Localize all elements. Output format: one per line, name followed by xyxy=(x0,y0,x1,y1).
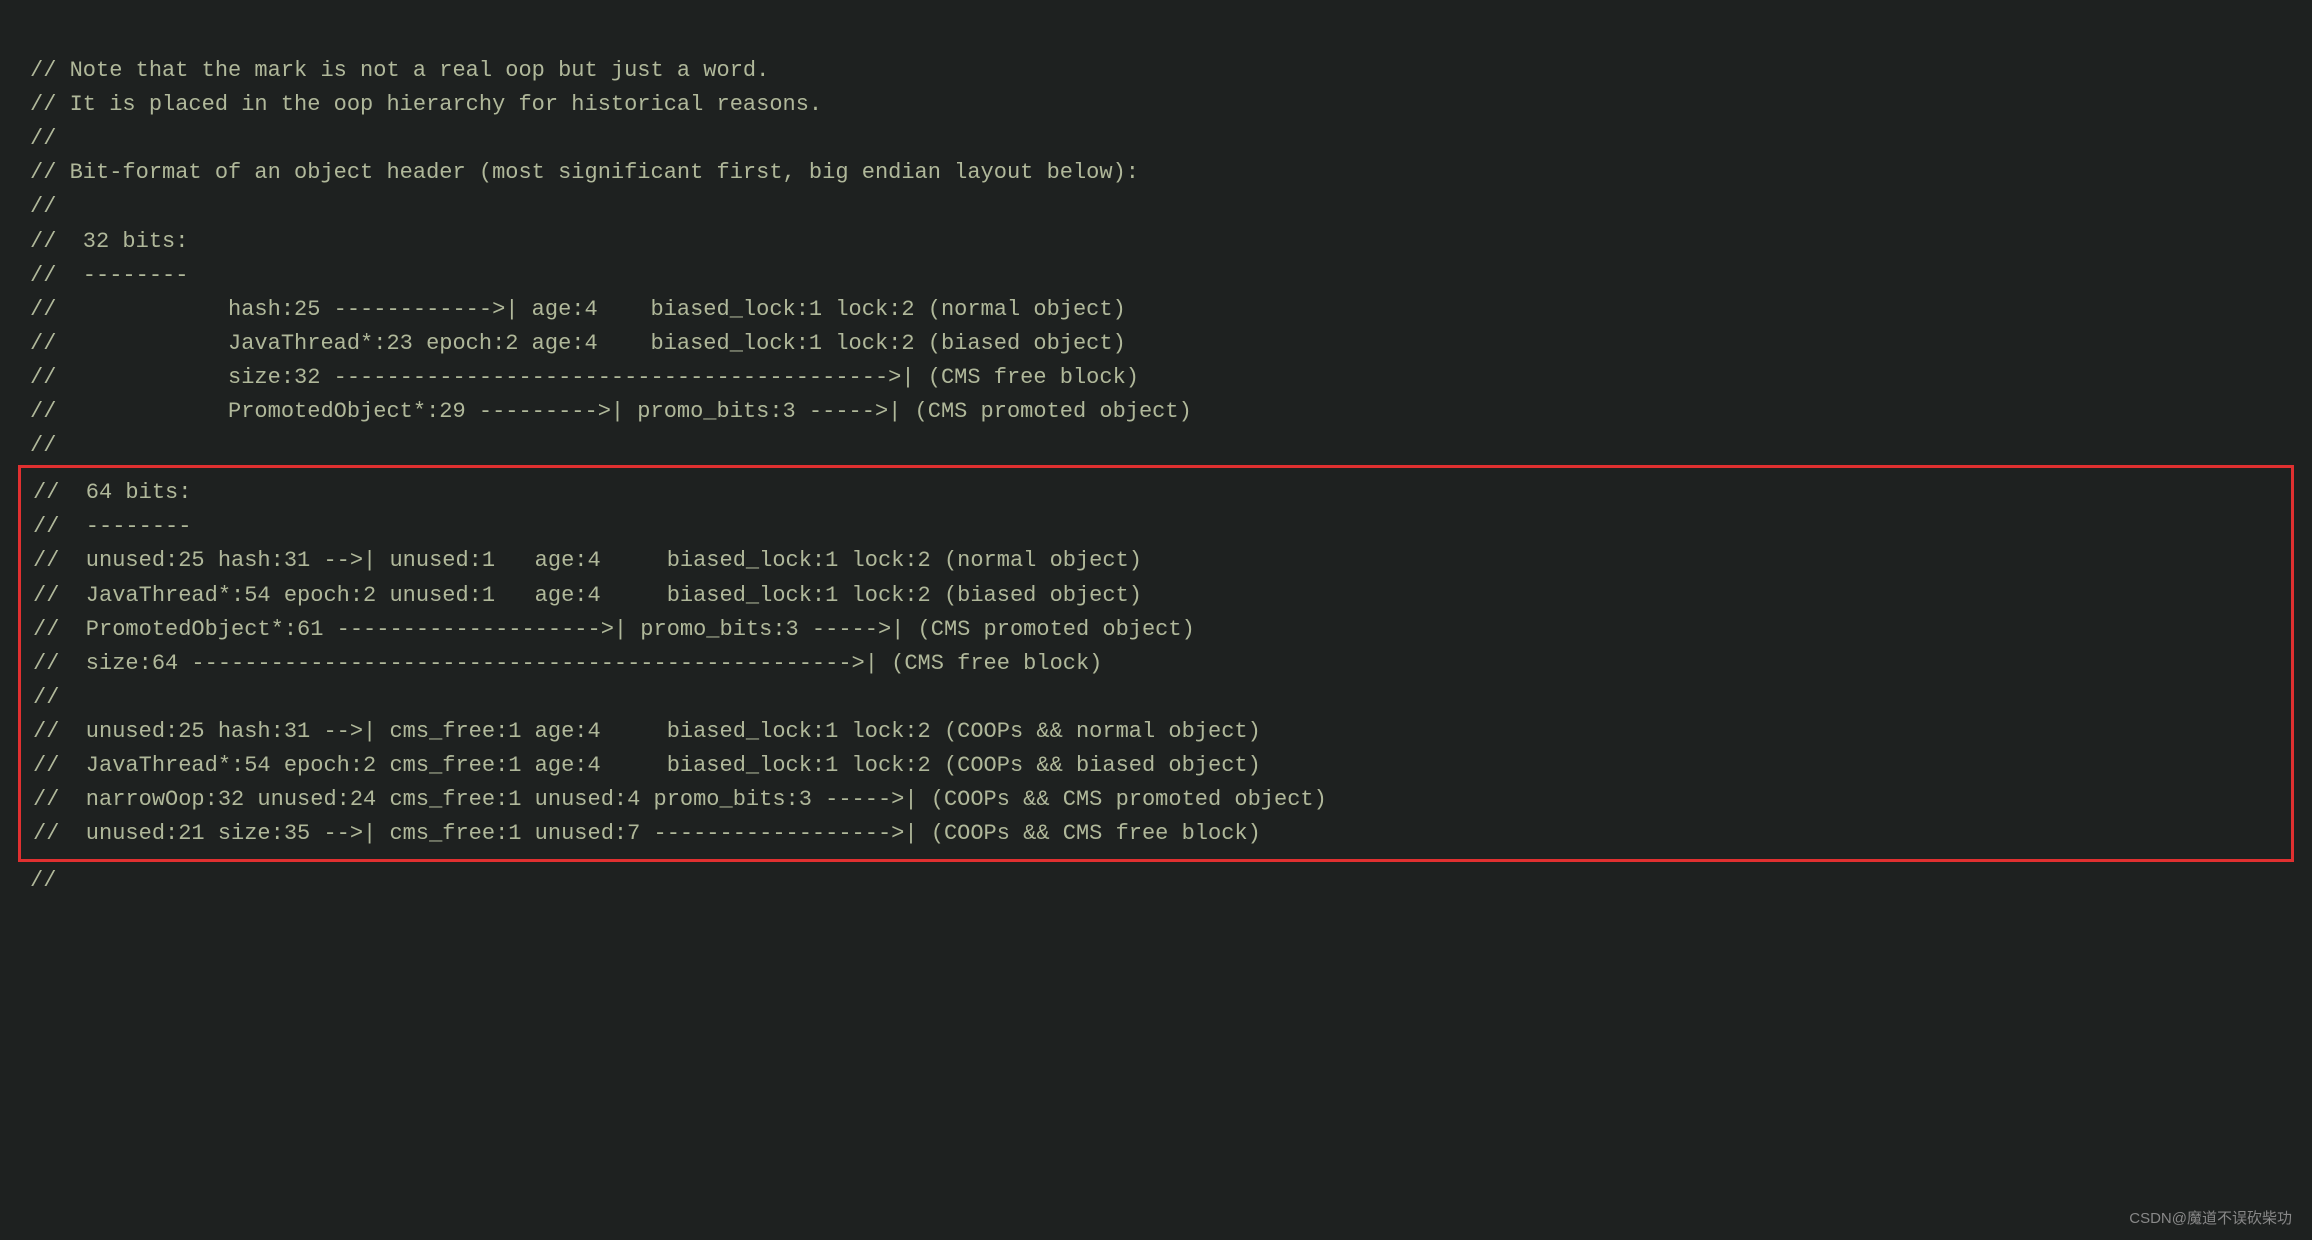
code-line-highlighted: // narrowOop:32 unused:24 cms_free:1 unu… xyxy=(33,783,2279,817)
code-line-highlighted: // JavaThread*:54 epoch:2 cms_free:1 age… xyxy=(33,749,2279,783)
code-line: // 32 bits: xyxy=(30,225,2282,259)
highlighted-section: // 64 bits:// --------// unused:25 hash:… xyxy=(18,465,2294,862)
code-line: // xyxy=(30,122,2282,156)
code-line-highlighted: // xyxy=(33,681,2279,715)
code-line: // Bit-format of an object header (most … xyxy=(30,156,2282,190)
code-line: // xyxy=(30,864,2282,898)
code-line: // xyxy=(30,429,2282,463)
code-line-highlighted: // unused:25 hash:31 -->| unused:1 age:4… xyxy=(33,544,2279,578)
code-line: // PromotedObject*:29 --------->| promo_… xyxy=(30,395,2282,429)
code-line: // Note that the mark is not a real oop … xyxy=(30,54,2282,88)
code-line-highlighted: // size:64 -----------------------------… xyxy=(33,647,2279,681)
watermark-text: CSDN@魔道不误砍柴功 xyxy=(2129,1207,2292,1228)
code-block: // Note that the mark is not a real oop … xyxy=(30,20,2282,898)
code-line-highlighted: // unused:21 size:35 -->| cms_free:1 unu… xyxy=(33,817,2279,851)
code-line-highlighted: // 64 bits: xyxy=(33,476,2279,510)
code-line: // size:32 -----------------------------… xyxy=(30,361,2282,395)
code-line: // hash:25 ------------>| age:4 biased_l… xyxy=(30,293,2282,327)
code-line: // JavaThread*:23 epoch:2 age:4 biased_l… xyxy=(30,327,2282,361)
code-line-highlighted: // -------- xyxy=(33,510,2279,544)
code-line: // xyxy=(30,190,2282,224)
code-line-highlighted: // JavaThread*:54 epoch:2 unused:1 age:4… xyxy=(33,579,2279,613)
code-line-highlighted: // PromotedObject*:61 ------------------… xyxy=(33,613,2279,647)
code-line: // -------- xyxy=(30,259,2282,293)
code-line-highlighted: // unused:25 hash:31 -->| cms_free:1 age… xyxy=(33,715,2279,749)
code-line: // It is placed in the oop hierarchy for… xyxy=(30,88,2282,122)
